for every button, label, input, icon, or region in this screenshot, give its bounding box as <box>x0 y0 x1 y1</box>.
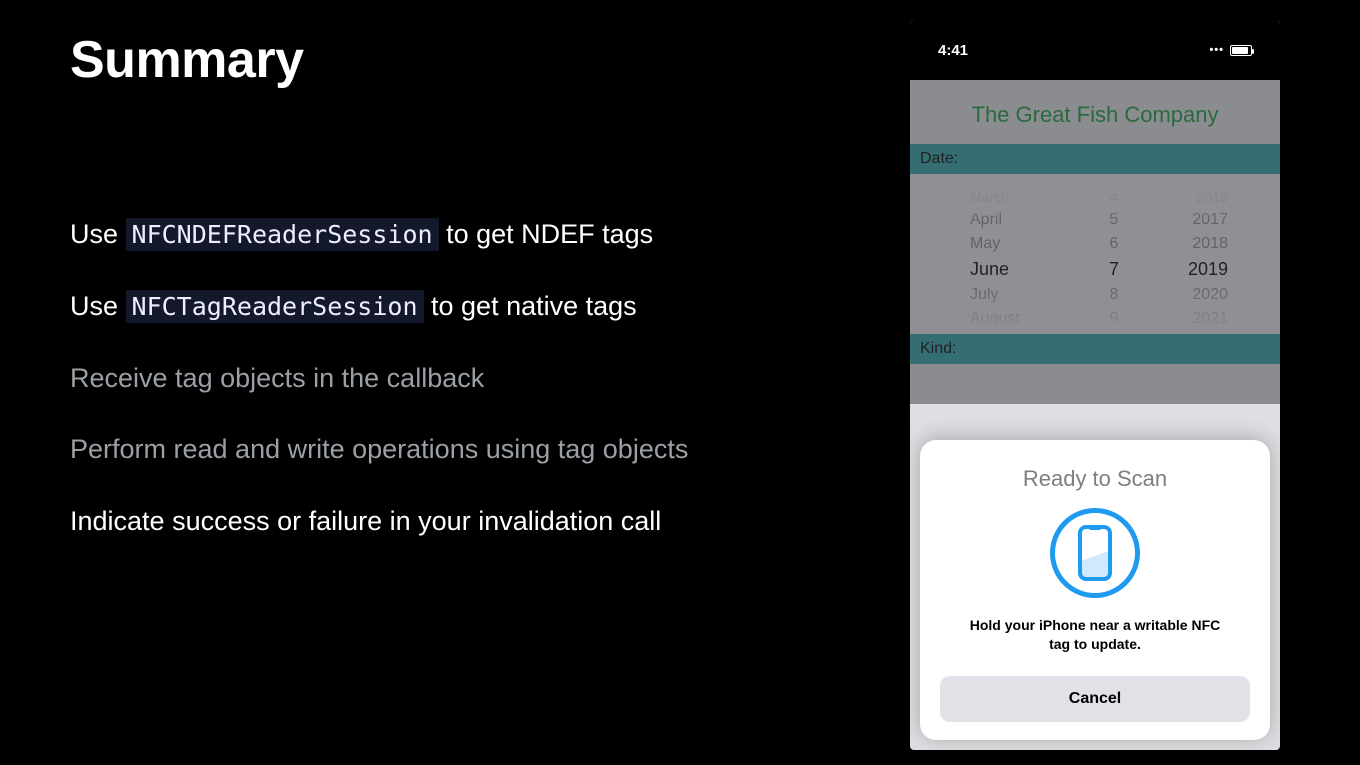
picker-row[interactable]: March 4 2016 <box>910 186 1280 208</box>
bullet-text-pre: Use <box>70 219 126 249</box>
code-literal: NFCNDEFReaderSession <box>126 218 439 251</box>
presentation-slide: Summary Use NFCNDEFReaderSession to get … <box>0 0 1360 765</box>
cancel-button[interactable]: Cancel <box>940 676 1250 722</box>
picker-year: 2020 <box>1176 286 1228 304</box>
picker-row[interactable]: May 6 2018 <box>910 232 1280 256</box>
slide-title: Summary <box>70 30 304 90</box>
picker-day: 5 <box>1100 211 1128 229</box>
bullet-item: Use NFCTagReaderSession to get native ta… <box>70 290 850 324</box>
signal-icon: ••• <box>1209 44 1224 56</box>
picker-day: 6 <box>1100 235 1128 253</box>
bullet-text-post: to get NDEF tags <box>439 219 654 249</box>
picker-day: 7 <box>1100 259 1128 280</box>
picker-row[interactable]: August 9 2021 <box>910 307 1280 331</box>
sheet-title: Ready to Scan <box>940 466 1250 492</box>
picker-row[interactable]: April 5 2017 <box>910 208 1280 232</box>
bullet-text-pre: Indicate success or failure in your inva… <box>70 506 661 536</box>
status-bar: 4:41 ••• <box>910 20 1280 80</box>
picker-month: June <box>962 259 1052 280</box>
nfc-icon <box>940 508 1250 598</box>
picker-day: 9 <box>1100 310 1128 328</box>
nfc-scan-sheet: Ready to Scan Hold your iPhone near a wr… <box>920 440 1270 740</box>
picker-day: 4 <box>1100 189 1128 205</box>
bullet-item: Use NFCNDEFReaderSession to get NDEF tag… <box>70 218 850 252</box>
picker-month: August <box>962 310 1052 328</box>
picker-month: March <box>962 189 1052 205</box>
bullet-item: Receive tag objects in the callback <box>70 362 850 396</box>
section-header-date: Date: <box>910 144 1280 174</box>
sheet-message: Hold your iPhone near a writable NFC tag… <box>940 616 1250 654</box>
bullet-item: Perform read and write operations using … <box>70 433 850 467</box>
picker-row[interactable]: July 8 2020 <box>910 283 1280 307</box>
status-indicators: ••• <box>1209 44 1252 56</box>
picker-month: July <box>962 286 1052 304</box>
app-background: The Great Fish Company Date: March 4 2016 A… <box>910 80 1280 404</box>
picker-row[interactable]: September102022 <box>910 331 1280 334</box>
picker-year: 2016 <box>1176 189 1228 205</box>
date-picker[interactable]: March 4 2016 April 5 2017 May 6 2018 June 7 2019 Jul… <box>910 174 1280 334</box>
code-literal: NFCTagReaderSession <box>126 290 424 323</box>
picker-day: 8 <box>1100 286 1128 304</box>
bullet-text-pre: Perform read and write operations using … <box>70 434 688 464</box>
status-time: 4:41 <box>938 42 968 59</box>
kind-section-body <box>910 364 1280 404</box>
app-title: The Great Fish Company <box>910 80 1280 144</box>
picker-year: 2019 <box>1176 259 1228 280</box>
bullet-text-pre: Use <box>70 291 126 321</box>
section-header-kind: Kind: <box>910 334 1280 364</box>
battery-icon <box>1230 45 1252 56</box>
picker-year: 2017 <box>1176 211 1228 229</box>
picker-year: 2018 <box>1176 235 1228 253</box>
picker-month: April <box>962 211 1052 229</box>
picker-year: 2021 <box>1176 310 1228 328</box>
bullet-list: Use NFCNDEFReaderSession to get NDEF tag… <box>70 218 850 577</box>
phone-mockup: 4:41 ••• The Great Fish Company Date: Ma… <box>910 20 1280 750</box>
bullet-text-post: to get native tags <box>424 291 637 321</box>
picker-month: May <box>962 235 1052 253</box>
bullet-text-pre: Receive tag objects in the callback <box>70 363 484 393</box>
bullet-item: Indicate success or failure in your inva… <box>70 505 850 539</box>
picker-row[interactable]: June 7 2019 <box>910 256 1280 283</box>
